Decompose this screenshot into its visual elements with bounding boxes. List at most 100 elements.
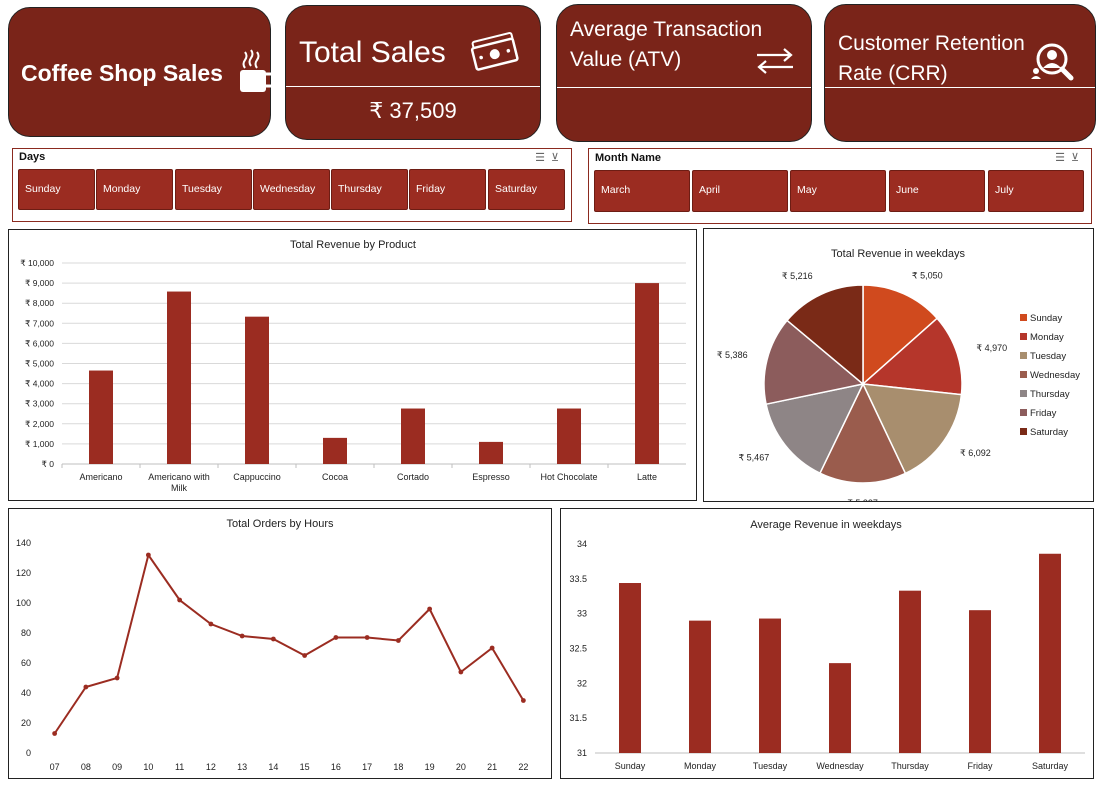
y-tick-label: ₹ 9,000: [25, 278, 54, 288]
legend-swatch: [1020, 409, 1027, 416]
revenue-weekdays-pie-panel: Total Revenue in weekdays ₹ 5,050 ₹ 4,970 ₹…: [703, 228, 1094, 508]
data-point: [489, 645, 495, 651]
series-line: [53, 552, 525, 735]
revenue-by-product-chart: Total Revenue by Product ₹ 0 ₹ 1,000 ₹ 2,00…: [20, 239, 686, 493]
legend-swatch: [1020, 428, 1027, 435]
slicer-item-tuesday[interactable]: Tuesday: [175, 169, 252, 210]
data-point: [270, 636, 276, 642]
legend-swatch: [1020, 314, 1027, 321]
x-tick-label: Tuesday: [753, 761, 788, 771]
bar: [635, 283, 659, 464]
legend-label: Sunday: [1030, 313, 1062, 324]
slicer-item-may[interactable]: May: [790, 170, 886, 212]
revenue-by-product-panel: Total Revenue by Product ₹ 0 ₹ 1,000 ₹ 2,00…: [8, 229, 697, 501]
x-tick-label: 08: [81, 762, 91, 772]
x-tick-label: 16: [331, 762, 341, 772]
y-tick-label: 40: [21, 688, 31, 698]
slicer-item-april[interactable]: April: [692, 170, 788, 212]
bar: [245, 316, 269, 464]
y-tick-label: 31.5: [569, 713, 587, 723]
data-point: [177, 597, 183, 603]
data-point: [52, 731, 58, 736]
multi-select-icon[interactable]: ☰: [535, 152, 551, 164]
atv-title-line2: Value (ATV): [570, 48, 682, 71]
data-point: [333, 635, 339, 640]
x-tick-label: 14: [268, 762, 278, 772]
slicer-item-june[interactable]: June: [889, 170, 985, 212]
clear-filter-icon[interactable]: ⊻: [1071, 152, 1085, 164]
clear-filter-icon[interactable]: ⊻: [551, 152, 565, 164]
avg-revenue-weekdays-chart: Average Revenue in weekdays 31 31.5 32 32.5 3…: [569, 519, 1085, 771]
legend-label: Saturday: [1030, 427, 1068, 438]
total-sales-card: Total Sales ₹ 37,509: [285, 5, 541, 140]
slicer-item-friday[interactable]: Friday: [409, 169, 486, 210]
atv-card: Average Transaction Value (ATV): [556, 4, 812, 142]
revenue-weekdays-pie-chart: Total Revenue in weekdays ₹ 5,050 ₹ 4,970 ₹…: [717, 248, 1080, 508]
y-tick-label: 32.5: [569, 644, 587, 654]
data-point: [239, 633, 245, 639]
x-tick-label: 18: [393, 762, 403, 772]
x-tick-label: 12: [206, 762, 216, 772]
slicer-item-saturday[interactable]: Saturday: [488, 169, 565, 210]
bar: [829, 663, 851, 753]
x-tick-label: 11: [175, 762, 184, 772]
x-tick-label: 19: [425, 762, 435, 772]
chart-title: Total Revenue in weekdays: [831, 248, 965, 260]
multi-select-icon[interactable]: ☰: [1055, 152, 1071, 164]
x-tick-label: Americano: [79, 472, 122, 482]
legend-label: Thursday: [1030, 389, 1070, 400]
x-tick-label: Cocoa: [322, 472, 348, 482]
coffee-cup-icon: [240, 49, 279, 92]
data-point: [208, 621, 214, 627]
bar: [167, 291, 191, 464]
slicer-controls: ☰⊻: [535, 151, 565, 164]
x-tick-label: 17: [362, 762, 372, 772]
crr-title-line1: Customer Retention: [838, 32, 1025, 55]
y-tick-label: 34: [577, 539, 587, 549]
month-slicer: Month Name ☰⊻ March April May June July: [588, 148, 1092, 224]
x-tick-label: Cappuccino: [233, 472, 281, 482]
chart-title: Average Revenue in weekdays: [750, 519, 902, 531]
y-tick-label: 33.5: [569, 574, 587, 584]
y-tick-label: 31: [577, 748, 587, 758]
legend-swatch: [1020, 333, 1027, 340]
x-tick-label: 09: [112, 762, 122, 772]
slicer-item-july[interactable]: July: [988, 170, 1084, 212]
x-tick-label: Latte: [637, 472, 657, 482]
slicer-item-march[interactable]: March: [594, 170, 690, 212]
slicer-item-thursday[interactable]: Thursday: [331, 169, 408, 210]
x-tick-label: Milk: [171, 483, 187, 493]
y-tick-label: ₹ 6,000: [25, 338, 54, 348]
bar: [479, 441, 503, 464]
data-label: ₹ 5,327: [847, 498, 878, 501]
y-tick-label: ₹ 3,000: [25, 399, 54, 409]
days-slicer-title: Days: [19, 151, 46, 163]
x-tick-label: 22: [518, 762, 528, 772]
y-tick-label: ₹ 0: [42, 459, 55, 469]
bar: [899, 590, 921, 753]
y-tick-label: 100: [16, 598, 31, 608]
legend-label: Monday: [1030, 332, 1064, 343]
cash-icon: [470, 32, 519, 71]
slicer-controls: ☰⊻: [1055, 151, 1085, 164]
month-slicer-title: Month Name: [595, 152, 661, 164]
crr-card: Customer Retention Rate (CRR): [824, 4, 1096, 142]
legend-swatch: [1020, 352, 1027, 359]
x-tick-label: 13: [237, 762, 247, 772]
orders-by-hours-panel: Total Orders by Hours 0 20 40 60 80 100 120 140 0…: [8, 508, 552, 779]
y-tick-label: 80: [21, 628, 31, 638]
data-point: [83, 684, 89, 690]
slicer-item-monday[interactable]: Monday: [96, 169, 173, 210]
card-divider: [286, 86, 540, 87]
x-tick-label: Sunday: [615, 761, 646, 771]
atv-title-line1: Average Transaction: [570, 18, 763, 41]
slicer-item-wednesday[interactable]: Wednesday: [253, 169, 330, 210]
data-point: [114, 675, 120, 681]
x-tick-label: 07: [50, 762, 60, 772]
data-point: [145, 552, 151, 558]
bar: [401, 408, 425, 464]
slicer-item-sunday[interactable]: Sunday: [18, 169, 95, 210]
x-tick-label: 20: [456, 762, 466, 772]
legend-label: Tuesday: [1030, 351, 1066, 362]
data-label: ₹ 6,092: [960, 448, 991, 458]
